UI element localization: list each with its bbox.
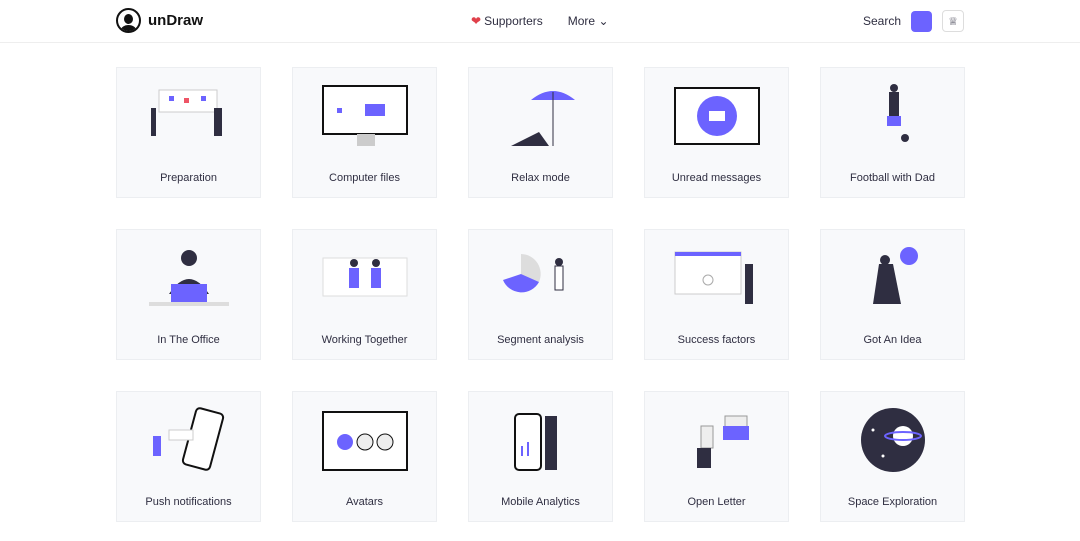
illustration-card[interactable]: Football with Dad [820,67,965,198]
nav-label: More [567,14,596,28]
illustration-image [887,84,909,142]
illustration-label: Mobile Analytics [501,496,580,508]
chevron-down-icon: ⌄ [598,14,609,28]
illustration-card[interactable]: Relax mode [468,67,613,198]
brand-name: unDraw [148,12,204,29]
illustration-image [151,89,222,136]
illustration-card[interactable]: Segment analysis [468,229,613,360]
crown-button[interactable]: ♕ [942,10,964,32]
illustration-image [674,87,760,145]
illustration-card[interactable]: Success factors [644,229,789,360]
illustration-image [861,408,925,472]
illustration-card[interactable]: Space Exploration [820,391,965,522]
illustration-image [511,91,575,146]
illustration-image [149,250,229,306]
illustration-card[interactable]: In The Office [116,229,261,360]
illustration-card[interactable]: Preparation [116,67,261,198]
illustration-card[interactable]: Open Letter [644,391,789,522]
illustration-card[interactable]: Mobile Analytics [468,391,613,522]
illustration-label: Got An Idea [863,334,922,346]
illustration-image [322,85,408,146]
illustration-card[interactable]: Computer files [292,67,437,198]
illustration-label: Working Together [321,334,408,346]
illustration-label: Football with Dad [850,172,935,184]
logo[interactable]: unDraw [116,8,203,33]
illustration-label: In The Office [157,334,220,346]
illustration-label: Success factors [677,334,756,346]
illustration-card[interactable]: Got An Idea [820,229,965,360]
nav-more[interactable]: More ⌄ [568,14,609,28]
search-label[interactable]: Search [863,14,901,28]
illustration-image [153,407,225,471]
illustration-image [322,257,408,297]
illustration-card[interactable]: Push notifications [116,391,261,522]
top-nav: unDraw ❤ Supporters More ⌄ Search ♕ [0,0,1080,43]
crown-icon: ♕ [948,15,958,28]
illustration-image [697,415,749,468]
search-button[interactable] [911,10,932,32]
illustration-card[interactable]: Working Together [292,229,437,360]
illustration-label: Push notifications [145,496,232,508]
illustration-card[interactable]: Unread messages [644,67,789,198]
nav-label: Supporters [484,14,543,28]
illustration-image [674,251,753,304]
illustration-image [322,411,408,471]
illustration-image [503,254,564,293]
illustration-label: Preparation [160,172,217,184]
nav-supporters[interactable]: ❤ Supporters [471,14,543,28]
illustration-card[interactable]: Avatars [292,391,437,522]
illustration-label: Avatars [345,496,384,508]
illustration-label: Computer files [329,172,400,184]
illustration-grid: Preparation Computer files Relax mode Unrea… [116,67,965,522]
illustration-label: Space Exploration [847,496,938,508]
illustration-label: Segment analysis [497,334,584,346]
illustration-image [873,247,918,304]
illustration-label: Relax mode [511,172,570,184]
heart-icon: ❤ [471,14,482,28]
logo-icon [116,8,141,33]
illustration-label: Unread messages [671,172,762,184]
illustration-image [514,413,557,471]
illustration-label: Open Letter [687,496,746,508]
